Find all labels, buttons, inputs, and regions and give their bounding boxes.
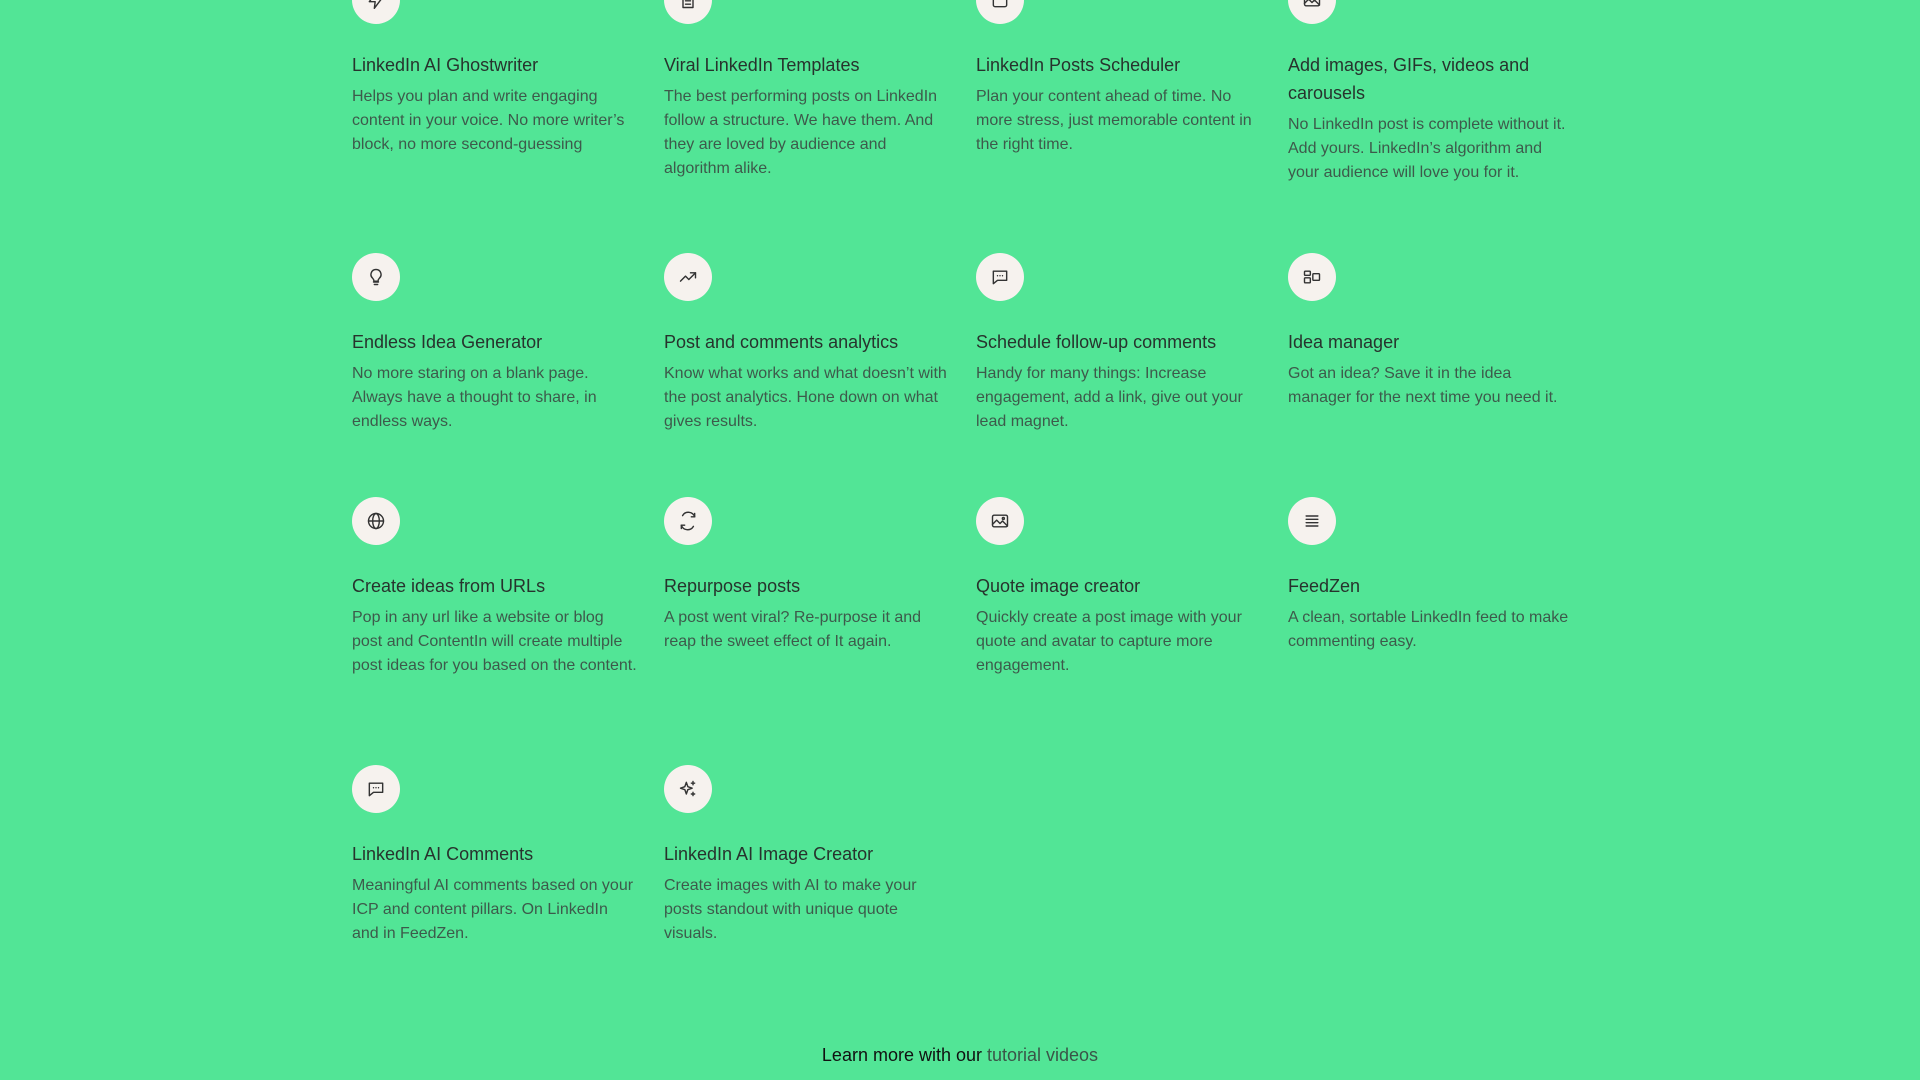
feature-title: Repurpose posts — [664, 576, 801, 596]
feature-title: Create ideas from URLs — [352, 576, 546, 596]
feature-card: LinkedIn AI Comments Meaningful AI comme… — [352, 765, 664, 946]
feature-title: LinkedIn AI Ghostwriter — [352, 55, 539, 75]
feature-card: Post and comments analytics Know what wo… — [664, 253, 976, 434]
feature-icon-badge — [664, 253, 712, 301]
comment-icon — [992, 270, 1008, 285]
lightning-icon — [368, 0, 382, 10]
feature-icon-badge — [352, 765, 400, 813]
refresh-icon — [680, 511, 696, 531]
tutorial-videos-link[interactable]: tutorial videos — [987, 1045, 1098, 1065]
feature-card: LinkedIn AI Ghostwriter Helps you plan a… — [352, 0, 664, 185]
feature-card: Add images, GIFs, videos and carousels N… — [1288, 0, 1600, 185]
list-icon — [1305, 515, 1319, 527]
feature-icon-badge — [664, 0, 712, 24]
feature-title: LinkedIn AI Comments — [352, 844, 534, 864]
feature-title: Quote image creator — [976, 576, 1141, 596]
sparkles-icon — [679, 780, 696, 797]
feature-title: Post and comments analytics — [664, 332, 899, 352]
image-icon — [1303, 0, 1321, 7]
features-row: LinkedIn AI Comments Meaningful AI comme… — [352, 765, 976, 946]
feature-icon-badge — [664, 497, 712, 545]
feature-description: Create images with AI to make your posts… — [664, 877, 917, 942]
feature-description: Meaningful AI comments based on your ICP… — [352, 877, 634, 942]
feature-icon-badge — [1288, 0, 1336, 24]
features-row: LinkedIn AI Ghostwriter Helps you plan a… — [352, 0, 1600, 185]
feature-icon-badge — [1288, 497, 1336, 545]
feature-card: Endless Idea Generator No more staring o… — [352, 253, 664, 434]
feature-card: Viral LinkedIn Templates The best perfor… — [664, 0, 976, 185]
feature-description: No more staring on a blank page. Always … — [352, 365, 597, 430]
feature-description: Helps you plan and write engaging conten… — [352, 88, 625, 153]
feature-card: Create ideas from URLs Pop in any url li… — [352, 497, 664, 678]
feature-icon-badge — [1288, 253, 1336, 301]
feature-icon-badge — [976, 497, 1024, 545]
feature-icon-badge — [664, 765, 712, 813]
calendar-icon — [992, 0, 1008, 8]
feature-title: LinkedIn AI Image Creator — [664, 844, 874, 864]
feature-card: Idea manager Got an idea? Save it in the… — [1288, 253, 1600, 434]
feature-card: LinkedIn AI Image Creator Create images … — [664, 765, 976, 946]
feature-description: Quickly create a post image with your qu… — [976, 609, 1242, 674]
feature-description: A clean, sortable LinkedIn feed to make … — [1288, 609, 1569, 650]
feature-title: Add images, GIFs, videos and carousels — [1288, 55, 1530, 103]
feature-title: Viral LinkedIn Templates — [664, 55, 860, 75]
feature-title: Schedule follow-up comments — [976, 332, 1217, 352]
trending-up-icon — [679, 272, 697, 282]
lightbulb-icon — [370, 268, 382, 286]
feature-title: LinkedIn Posts Scheduler — [976, 55, 1181, 75]
feature-card: FeedZen A clean, sortable LinkedIn feed … — [1288, 497, 1600, 678]
footer-prefix-text: Learn more with our — [821, 1045, 987, 1065]
feature-icon-badge — [352, 253, 400, 301]
features-row: Endless Idea Generator No more staring o… — [352, 253, 1600, 434]
feature-description: Know what works and what doesn’t with th… — [664, 365, 947, 430]
feature-card: LinkedIn Posts Scheduler Plan your conte… — [976, 0, 1288, 185]
feature-icon-badge — [976, 253, 1024, 301]
globe-icon — [367, 512, 385, 530]
feature-description: Pop in any url like a website or blog po… — [352, 609, 637, 674]
feature-description: A post went viral? Re-purpose it and rea… — [664, 609, 922, 650]
feature-description: Got an idea? Save it in the idea manager… — [1288, 365, 1558, 406]
feature-description: No LinkedIn post is complete without it.… — [1288, 116, 1566, 181]
feature-card: Repurpose posts A post went viral? Re-pu… — [664, 497, 976, 678]
feature-icon-badge — [352, 497, 400, 545]
feature-icon-badge — [976, 0, 1024, 24]
tutorial-footer: Learn more with our tutorial videos — [0, 1043, 1920, 1067]
document-icon — [682, 0, 694, 9]
feature-description: Plan your content ahead of time. No more… — [976, 88, 1252, 153]
feature-card: Schedule follow-up comments Handy for ma… — [976, 253, 1288, 434]
feature-card: Quote image creator Quickly create a pos… — [976, 497, 1288, 678]
feature-icon-badge — [352, 0, 400, 24]
feature-title: Idea manager — [1288, 332, 1400, 352]
feature-title: FeedZen — [1288, 576, 1361, 596]
comment-icon — [368, 782, 384, 797]
features-row: Create ideas from URLs Pop in any url li… — [352, 497, 1600, 678]
image-icon — [991, 514, 1009, 528]
feature-description: Handy for many things: Increase engageme… — [976, 365, 1243, 430]
feature-title: Endless Idea Generator — [352, 332, 543, 352]
layout-icon — [1303, 270, 1321, 284]
feature-description: The best performing posts on LinkedIn fo… — [664, 88, 938, 177]
